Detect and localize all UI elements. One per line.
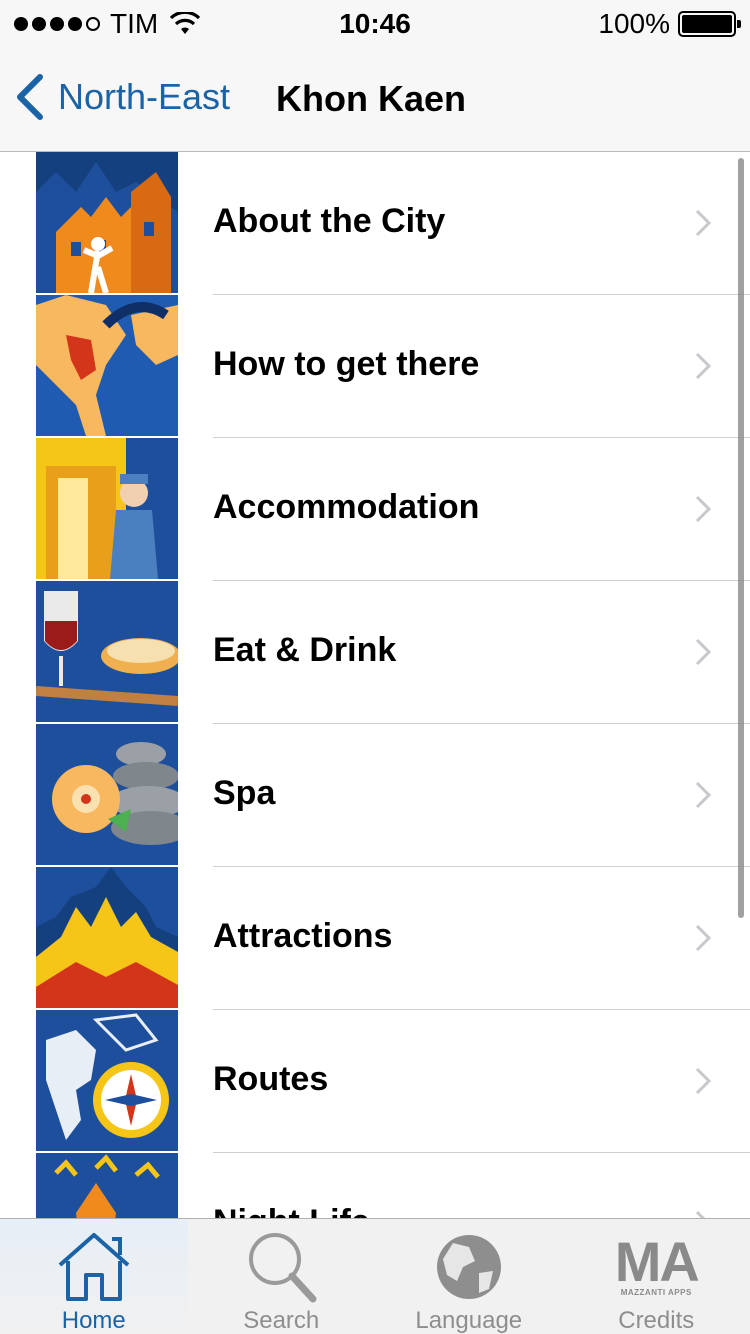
menu-item-accommodation[interactable]: Accommodation [0,438,750,581]
tab-home[interactable]: Home [0,1219,188,1334]
chevron-right-icon [695,1210,706,1218]
home-icon [54,1229,134,1303]
tab-label: Language [415,1307,523,1334]
credits-logo: MA MAZZANTI APPS [614,1229,700,1297]
credits-logo-text: MA [614,1229,700,1293]
battery-tip [737,20,741,28]
battery-fill [682,15,732,33]
menu-item-eat-drink[interactable]: Eat & Drink [0,581,750,724]
menu-item-label: Night Life [213,1203,370,1218]
menu-item-label: Accommodation [213,488,480,526]
menu-item-how-to-get-there[interactable]: How to get there [0,295,750,438]
back-button[interactable]: North-East [14,74,230,120]
menu-item-about-the-city[interactable]: About the City [0,152,750,295]
menu-item-spa[interactable]: Spa [0,724,750,867]
tab-label: Credits [618,1307,695,1334]
menu-item-label: Spa [213,774,276,812]
compass-map-icon [36,1010,178,1151]
battery-percentage: 100% [598,8,670,39]
menu-item-label: How to get there [213,345,480,383]
menu-item-label: Attractions [213,917,393,955]
chevron-right-icon [695,352,712,380]
credits-logo-subtext: MAZZANTI APPS [620,1287,692,1297]
menu-item-routes[interactable]: Routes [0,1010,750,1153]
navigation-bar: North-East Khon Kaen [0,48,750,152]
tab-bar: Home Search Language MA MAZZANTI APPS Cr… [0,1218,750,1334]
city-buildings-icon [36,152,178,293]
nightlife-icon [36,1153,178,1218]
menu-item-night-life[interactable]: Night Life [0,1153,750,1218]
tab-label: Home [61,1307,126,1334]
spa-stones-flower-icon [36,724,178,865]
status-right: 100% [598,8,741,40]
menu-item-label: About the City [213,202,446,240]
chevron-right-icon [695,781,712,809]
menu-item-label: Routes [213,1060,329,1098]
map-arrow-icon [36,295,178,436]
chevron-right-icon [695,638,712,666]
menu-item-label: Eat & Drink [213,631,397,669]
chevron-right-icon [695,924,712,952]
tab-credits[interactable]: MA MAZZANTI APPS Credits [563,1219,750,1334]
temple-icon [36,867,178,1008]
wine-food-icon [36,581,178,722]
chevron-right-icon [695,1067,712,1095]
magnifier-icon [241,1229,321,1303]
menu-item-attractions[interactable]: Attractions [0,867,750,1010]
chevron-right-icon [695,495,712,523]
tab-search[interactable]: Search [188,1219,376,1334]
menu-list[interactable]: About the City How to get there Accommod… [0,152,750,1218]
mazzanti-apps-logo: MA MAZZANTI APPS [614,1229,700,1303]
tab-label: Search [243,1307,320,1334]
scroll-indicator[interactable] [738,158,744,918]
page-title: Khon Kaen [276,78,467,119]
back-button-label: North-East [58,76,231,117]
battery-icon [678,11,741,37]
chevron-left-icon [17,74,43,120]
status-bar: TIM 10:46 100% [0,0,750,48]
doorman-icon [36,438,178,579]
chevron-right-icon [695,209,712,237]
globe-icon [429,1229,509,1303]
tab-language[interactable]: Language [375,1219,563,1334]
